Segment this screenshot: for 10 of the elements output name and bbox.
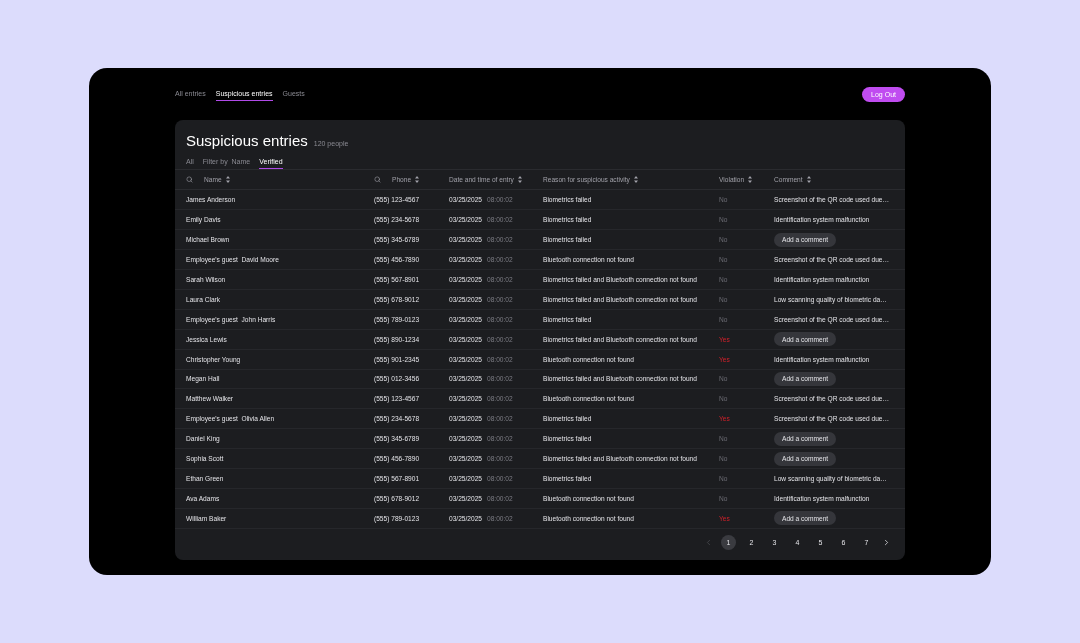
sort-icon[interactable] bbox=[517, 176, 522, 184]
page-title: Suspicious entries bbox=[186, 132, 308, 149]
sort-icon[interactable] bbox=[748, 176, 753, 184]
search-icon[interactable] bbox=[186, 176, 193, 184]
sort-icon[interactable] bbox=[415, 176, 420, 184]
sort-icon[interactable] bbox=[633, 176, 638, 184]
sort-icon[interactable] bbox=[806, 176, 811, 184]
next-page-icon[interactable] bbox=[882, 538, 891, 547]
sort-icon[interactable] bbox=[225, 176, 230, 184]
search-icon[interactable] bbox=[374, 176, 381, 184]
